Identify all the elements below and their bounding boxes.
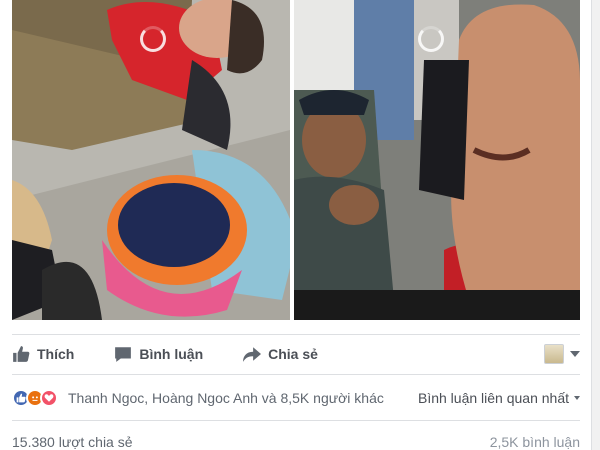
reaction-names[interactable]: Thanh Ngoc, Hoàng Ngoc Anh và 8,5K người… [68, 390, 384, 406]
comment-sort-selector[interactable]: Bình luận liên quan nhất [418, 390, 580, 406]
divider [12, 374, 580, 375]
comment-label: Bình luận [139, 346, 204, 362]
share-arrow-icon [243, 347, 262, 362]
post-media[interactable] [12, 0, 580, 320]
divider [12, 334, 580, 335]
photo-right[interactable] [294, 0, 580, 320]
post-stats: 15.380 lượt chia sẻ 2,5K bình luận [12, 432, 580, 450]
chevron-down-icon [570, 351, 580, 357]
share-label: Chia sẻ [268, 346, 318, 362]
avatar [544, 344, 564, 364]
sort-label: Bình luận liên quan nhất [417, 390, 569, 406]
comment-icon [115, 347, 132, 362]
love-icon[interactable] [40, 389, 58, 407]
like-button[interactable]: Thích [12, 345, 74, 363]
comment-button[interactable]: Bình luận [114, 345, 203, 363]
share-count[interactable]: 15.380 lượt chia sẻ [12, 434, 133, 450]
reactions-summary: Thanh Ngoc, Hoàng Ngoc Anh và 8,5K người… [12, 384, 580, 412]
share-button[interactable]: Chia sẻ [243, 345, 318, 363]
audience-selector[interactable] [544, 344, 580, 364]
thumbs-up-icon [13, 346, 30, 362]
post-card: Thích Bình luận Chia sẻ Thanh Ngoc, Hoàn… [0, 0, 592, 450]
photo-left[interactable] [12, 0, 290, 320]
divider [12, 420, 580, 421]
like-label: Thích [37, 346, 75, 362]
comment-count[interactable]: 2,5K bình luận [490, 434, 580, 450]
action-bar: Thích Bình luận Chia sẻ [12, 336, 580, 372]
loading-icon [140, 26, 166, 52]
chevron-down-icon [574, 396, 580, 400]
loading-icon [418, 26, 444, 52]
scrollbar[interactable] [592, 0, 600, 450]
